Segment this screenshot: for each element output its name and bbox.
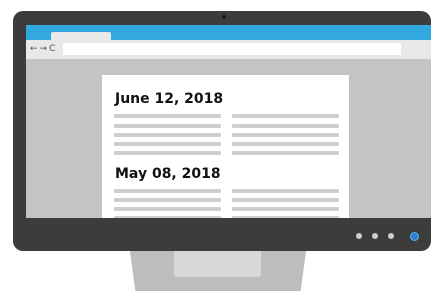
entry-date-heading: June 12, 2018: [115, 91, 224, 107]
power-icon[interactable]: [411, 233, 418, 240]
text-line: [114, 124, 221, 128]
text-line: [232, 151, 339, 155]
entry-date-heading: May 08, 2018: [115, 166, 221, 182]
browser-tab[interactable]: [51, 32, 111, 40]
reload-icon[interactable]: C: [49, 43, 55, 55]
text-line: [232, 189, 339, 193]
text-line: [114, 198, 221, 202]
back-arrow-icon[interactable]: ←: [30, 43, 38, 55]
monitor-stand-neck: [174, 250, 261, 277]
web-page: June 12, 2018 May 08, 2018: [102, 75, 349, 218]
monitor: ← → C June 12, 2018 May 08, 2018: [13, 11, 431, 251]
webcam-icon: [222, 15, 226, 19]
browser-tab-bar: [26, 25, 431, 40]
volume-button[interactable]: [388, 233, 394, 239]
screen: ← → C June 12, 2018 May 08, 2018: [26, 25, 431, 218]
menu-button[interactable]: [356, 233, 362, 239]
address-bar[interactable]: [63, 43, 401, 55]
text-line: [232, 142, 339, 146]
text-line: [114, 189, 221, 193]
text-line: [232, 207, 339, 211]
text-line: [114, 114, 221, 118]
text-line: [114, 216, 221, 218]
text-line: [232, 133, 339, 137]
text-line: [232, 216, 339, 218]
text-line: [114, 133, 221, 137]
text-line: [232, 198, 339, 202]
brightness-button[interactable]: [372, 233, 378, 239]
browser-nav: ← → C: [30, 43, 55, 55]
browser-toolbar: ← → C: [26, 40, 431, 59]
forward-arrow-icon[interactable]: →: [40, 43, 48, 55]
text-line: [114, 207, 221, 211]
text-line: [114, 142, 221, 146]
text-line: [232, 114, 339, 118]
text-line: [232, 124, 339, 128]
text-line: [114, 151, 221, 155]
